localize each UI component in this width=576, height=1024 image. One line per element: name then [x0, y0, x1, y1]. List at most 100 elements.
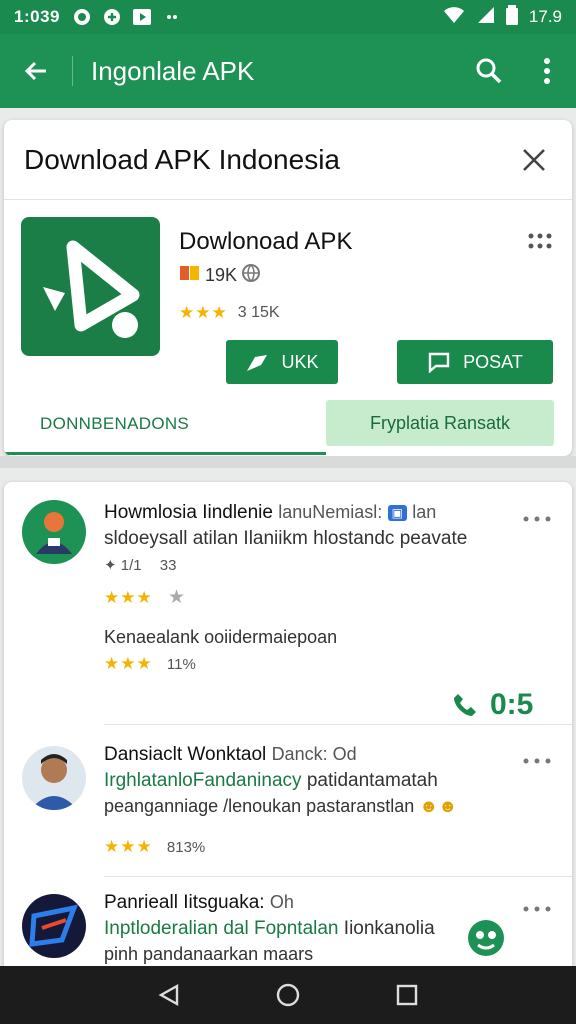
- review-stars-row: ★★★ ★: [104, 586, 504, 609]
- nav-home-button[interactable]: [268, 975, 308, 1015]
- review-text: sldoeysall atilan Ilaniikm hlostandc pea…: [104, 528, 468, 549]
- review-side-info: 0:5: [452, 688, 533, 722]
- more-horiz-icon: [523, 758, 551, 764]
- review-star-empty: ★: [168, 587, 186, 608]
- posat-button-label: POSAT: [463, 351, 523, 372]
- review-text-2: peanganniage /lenoukan pastaranstlan ☻☻: [104, 796, 504, 817]
- reviews-card: Howmlosia Iindlenie lanuNemiasl: ▣ lan s…: [4, 482, 572, 972]
- battery-icon: [505, 4, 519, 30]
- back-button[interactable]: [0, 34, 72, 108]
- review-content: Panrieall Iitsguaka: Oh Inptloderalian d…: [104, 892, 504, 965]
- reviewer-subtitle: lanuNemiasl:: [278, 502, 383, 522]
- home-nav-icon: [276, 983, 300, 1007]
- battery-level: 17.9: [528, 7, 562, 26]
- side-value: 0:5: [490, 688, 534, 721]
- rating-stars: ★★★: [179, 303, 228, 322]
- reviewer-name-text: Dansiaclt Wonktaol: [104, 744, 267, 765]
- app-bar: Ingonlale APK: [0, 34, 576, 108]
- more-horiz-icon: [523, 516, 551, 522]
- review-meta: ✦ 1/1 33: [104, 556, 504, 574]
- avatar[interactable]: [22, 894, 86, 958]
- tab-indicator: [4, 452, 326, 455]
- review-item[interactable]: Dansiaclt Wonktaol Danck: Od Irghlatanlo…: [4, 744, 572, 874]
- system-nav-bar: [0, 966, 576, 1024]
- wifi-icon: [443, 6, 465, 29]
- nav-recents-button[interactable]: [387, 975, 427, 1015]
- app-rating-row: ★★★ 3 15K: [179, 303, 280, 323]
- avatar-cartoon-icon: [22, 500, 86, 564]
- reviewer-subtitle: Oh: [269, 892, 294, 912]
- review-stars-2: ★★★: [104, 654, 153, 673]
- badge-icon: ▣: [387, 504, 407, 521]
- back-arrow-icon: [24, 61, 46, 81]
- review-meta-value: 1/1: [120, 557, 142, 574]
- review-text: Inptloderalian dal Fopntalan Iionkanolia: [104, 918, 504, 940]
- app-name: Dowlonoad APK: [179, 228, 353, 255]
- review-separator: [104, 724, 572, 725]
- review-meta-value-2: 33: [159, 557, 177, 574]
- close-button[interactable]: [516, 142, 552, 178]
- recents-nav-icon: [396, 984, 417, 1006]
- review-text: IrghlatanloFandaninacy patidantamatah: [104, 770, 504, 792]
- more-horiz-icon: [523, 906, 551, 912]
- signal-icon: [475, 6, 495, 29]
- review-text-green: Inptloderalian dal Fopntalan: [104, 918, 339, 939]
- back-nav-icon: [158, 983, 179, 1007]
- video-status-icon: [132, 7, 152, 27]
- review-content: Dansiaclt Wonktaol Danck: Od Irghlatanlo…: [104, 744, 504, 857]
- globe-icon: [241, 263, 261, 288]
- review-more-button[interactable]: [522, 752, 552, 764]
- reviewer-subtitle: Danck: Od: [271, 744, 357, 764]
- review-text-tail: Iionkanolia: [343, 918, 435, 939]
- review-content: Howmlosia Iindlenie lanuNemiasl: ▣ lan s…: [104, 502, 504, 674]
- review-item[interactable]: Howmlosia Iindlenie lanuNemiasl: ▣ lan s…: [4, 500, 572, 722]
- review-more-button[interactable]: [522, 510, 552, 522]
- notification-dots-icon: [162, 7, 182, 27]
- reviewer-name: Dansiaclt Wonktaol Danck: Od: [104, 744, 504, 766]
- app-logo[interactable]: [21, 217, 160, 356]
- review-text-2: pinh pandanaarkan maars: [104, 944, 314, 964]
- emoji-icon: ✦: [104, 557, 117, 574]
- review-rating: 813%: [166, 839, 206, 856]
- card-tabs: DONNBENADONS Fryplatia Ransatk: [4, 398, 572, 456]
- review-item[interactable]: Panrieall Iitsguaka: Oh Inptloderalian d…: [4, 892, 572, 972]
- close-icon: [523, 148, 545, 171]
- review-text-green: IrghlatanloFandaninacy: [104, 770, 302, 791]
- avatar-photo-icon: [22, 746, 86, 810]
- tab-downloads[interactable]: DONNBENADONS: [40, 414, 189, 434]
- reviewer-tail: lan: [412, 502, 437, 522]
- overflow-menu-button[interactable]: [518, 34, 576, 108]
- posat-button[interactable]: POSAT: [397, 340, 553, 384]
- reviewer-name-text: Howmlosia Iindlenie: [104, 502, 273, 523]
- section-gap: [0, 456, 576, 468]
- status-bar: 1:039 17.9: [0, 0, 576, 34]
- grid-dots-icon: [528, 233, 552, 249]
- review-text-tail: patidantamatah: [306, 770, 438, 791]
- review-rating-row: ★★★ 11%: [104, 654, 504, 674]
- search-icon: [476, 58, 502, 84]
- emoji-row-icon: ☻☻: [419, 796, 458, 816]
- review-separator: [104, 876, 572, 877]
- nav-back-button[interactable]: [149, 975, 189, 1015]
- avatar[interactable]: [22, 746, 86, 810]
- more-options-button[interactable]: [526, 230, 554, 254]
- share-icon: [247, 355, 268, 371]
- green-emoji-icon: [466, 918, 506, 963]
- phone-icon: [454, 694, 476, 716]
- card-header: Download APK Indonesia: [4, 120, 572, 200]
- avatar[interactable]: [22, 500, 86, 564]
- book-icon: [179, 264, 201, 287]
- avatar-logo-icon: [22, 894, 86, 958]
- app-detail-card: Download APK Indonesia Dowlonoad APK 19K…: [4, 120, 572, 456]
- reviewer-name-text: Panrieall Iitsguaka:: [104, 892, 265, 913]
- reviewer-name: Howmlosia Iindlenie lanuNemiasl: ▣ lan: [104, 502, 504, 524]
- more-vert-icon: [544, 58, 550, 84]
- message-icon: [428, 352, 450, 373]
- status-right: 17.9: [443, 4, 562, 30]
- search-button[interactable]: [460, 34, 518, 108]
- review-text-2: Kenaealank ooiidermaiepoan: [104, 627, 338, 647]
- tab-fryplatia[interactable]: Fryplatia Ransatk: [326, 400, 554, 446]
- review-more-button[interactable]: [522, 900, 552, 912]
- reviewer-name: Panrieall Iitsguaka: Oh: [104, 892, 504, 914]
- ukk-button[interactable]: UKK: [226, 340, 338, 384]
